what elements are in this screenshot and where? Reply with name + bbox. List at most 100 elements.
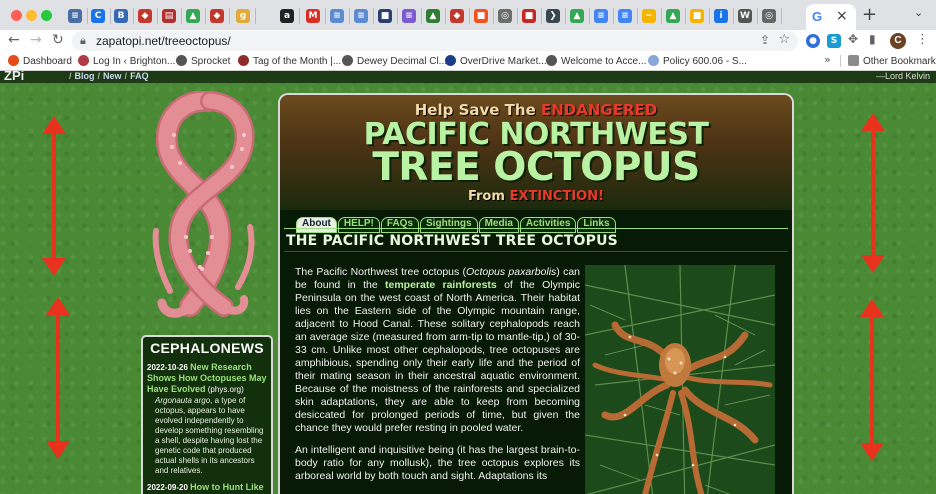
- news-date: 2022-10-26: [147, 363, 188, 372]
- tab-search-button[interactable]: ⌄: [914, 6, 923, 19]
- temperate-rainforests-link[interactable]: temperate rainforests: [385, 279, 497, 291]
- bookmark-item[interactable]: OverDrive Market...: [445, 55, 547, 67]
- browser-toolbar: ← → ↻ 🔒︎ zapatopi.net/treeoctopus/ ⇪ ☆ ●…: [0, 30, 936, 52]
- bookmark-item[interactable]: Log In ‹ Brighton...: [78, 55, 175, 67]
- tab-favicon[interactable]: ≡: [354, 9, 368, 23]
- tab-separator: [110, 8, 111, 24]
- tab-favicon[interactable]: ▤: [162, 9, 176, 23]
- octopus-ribbon-icon[interactable]: [140, 91, 268, 331]
- tab-favicon[interactable]: ≡: [594, 9, 608, 23]
- article-text: The Pacific Northwest tree octopus (: [295, 266, 467, 278]
- tab-favicon[interactable]: ▲: [570, 9, 584, 23]
- tab-separator: [299, 8, 300, 24]
- tab-favicon[interactable]: ◎: [762, 9, 776, 23]
- tab-sightings[interactable]: Sightings: [420, 217, 478, 233]
- tab-favicon[interactable]: ■: [378, 9, 392, 23]
- tab-favicon[interactable]: ■: [690, 9, 704, 23]
- tab-favicon[interactable]: ▲: [426, 9, 440, 23]
- close-window-button[interactable]: [11, 10, 22, 21]
- tab-favicon[interactable]: ■: [522, 9, 536, 23]
- tab-favicon[interactable]: ≡: [68, 9, 82, 23]
- reload-icon[interactable]: ↻: [52, 32, 64, 48]
- tab-favicon[interactable]: a: [280, 9, 294, 23]
- tab-favicon[interactable]: ≡: [402, 9, 416, 23]
- tab-favicon[interactable]: ◎: [498, 9, 512, 23]
- url-text[interactable]: zapatopi.net/treeoctopus/: [96, 34, 231, 48]
- profile-avatar[interactable]: C: [890, 33, 906, 49]
- tab-separator: [637, 8, 638, 24]
- tab-favicon[interactable]: ≡: [330, 9, 344, 23]
- tab-favicon[interactable]: ▲: [666, 9, 680, 23]
- bookmark-star-icon[interactable]: ☆: [778, 32, 790, 47]
- article-text: of the Olympic Peninsula on the west coa…: [295, 279, 581, 434]
- tab-underline: [284, 228, 788, 229]
- tab-favicon[interactable]: ■: [474, 9, 488, 23]
- tab-favicon[interactable]: ◆: [450, 9, 464, 23]
- share-icon[interactable]: ⇪: [760, 33, 770, 47]
- extension-icon-2[interactable]: S: [827, 34, 841, 48]
- news-source: (phys.org): [207, 385, 244, 394]
- tab-separator: [757, 8, 758, 24]
- bookmark-item[interactable]: Policy 600.06 - S...: [648, 55, 747, 67]
- zoom-window-button[interactable]: [41, 10, 52, 21]
- lock-icon[interactable]: 🔒︎: [80, 34, 86, 48]
- tab-separator: [613, 8, 614, 24]
- tab-favicon[interactable]: ≡: [618, 9, 632, 23]
- news-body-text: , a type of octopus, appears to have evo…: [155, 396, 264, 475]
- address-bar[interactable]: 🔒︎ zapatopi.net/treeoctopus/ ⇪ ☆: [72, 31, 798, 51]
- back-icon[interactable]: ←: [8, 32, 20, 48]
- tab-media[interactable]: Media: [478, 217, 519, 233]
- bookmarks-overflow-button[interactable]: »: [824, 53, 831, 66]
- forward-icon[interactable]: →: [30, 32, 42, 48]
- site-nav: / Blog / New / FAQ: [69, 71, 149, 81]
- tab-favicon[interactable]: ❯: [546, 9, 560, 23]
- news-item: 2022-09-20 How to Hunt Like: [143, 482, 271, 493]
- tab-faqs[interactable]: FAQs: [380, 217, 420, 233]
- nav-faq-link[interactable]: FAQ: [130, 71, 149, 81]
- tab-separator: [205, 8, 206, 24]
- extensions-puzzle-icon[interactable]: ✥: [848, 32, 858, 46]
- site-logo[interactable]: ZPi: [4, 71, 24, 83]
- tab-favicon[interactable]: B: [114, 9, 128, 23]
- tab-activities[interactable]: Activities: [519, 217, 577, 233]
- minimize-window-button[interactable]: [26, 10, 37, 21]
- tab-about[interactable]: About: [296, 217, 337, 233]
- tab-favicon[interactable]: ◆: [138, 9, 152, 23]
- tab-separator: [517, 8, 518, 24]
- tab-favicon[interactable]: C: [91, 9, 105, 23]
- bookmark-item[interactable]: Dashboard: [8, 55, 72, 67]
- bookmark-item[interactable]: Dewey Decimal Cl...: [342, 55, 447, 67]
- news-headline-link[interactable]: How to Hunt Like: [190, 482, 264, 492]
- tab-favicon[interactable]: i: [714, 9, 728, 23]
- site-top-bar: ZPi / Blog / New / FAQ —Lord Kelvin: [0, 71, 936, 83]
- tab-separator: [565, 8, 566, 24]
- side-panel-icon[interactable]: ▮: [869, 32, 876, 46]
- bookmark-item[interactable]: Tag of the Month |...: [238, 55, 341, 67]
- bookmark-favicon: [238, 55, 249, 66]
- browser-menu-icon[interactable]: ⋮: [916, 32, 929, 47]
- tab-links[interactable]: Links: [577, 217, 616, 233]
- tab-favicon[interactable]: W: [738, 9, 752, 23]
- bookmark-label: OverDrive Market...: [460, 56, 547, 67]
- close-tab-icon[interactable]: ×: [836, 8, 848, 24]
- tab-favicon[interactable]: g: [236, 9, 250, 23]
- subtitle-extinction: EXTINCTION!: [509, 189, 605, 204]
- tab-help[interactable]: HELP!: [337, 217, 380, 233]
- tab-separator: [325, 8, 326, 24]
- other-bookmarks-folder[interactable]: Other Bookmarks: [848, 55, 936, 67]
- tree-octopus-photo[interactable]: [585, 265, 775, 494]
- new-tab-button[interactable]: +: [862, 4, 877, 25]
- nav-blog-link[interactable]: Blog: [75, 71, 95, 81]
- bookmark-item[interactable]: Welcome to Acce...: [546, 55, 646, 67]
- tab-favicon[interactable]: M: [306, 9, 320, 23]
- tab-separator: [157, 8, 158, 24]
- active-tab[interactable]: G ×: [806, 4, 856, 30]
- nav-new-link[interactable]: New: [103, 71, 122, 81]
- tab-favicon[interactable]: −: [642, 9, 656, 23]
- bookmark-item[interactable]: Sprocket: [176, 55, 230, 67]
- bookmark-favicon: [445, 55, 456, 66]
- tab-favicon[interactable]: ◆: [210, 9, 224, 23]
- tab-favicon[interactable]: ▲: [186, 9, 200, 23]
- news-body: Argonauta argo, a type of octopus, appea…: [147, 396, 267, 476]
- extension-icon-1[interactable]: ●: [806, 34, 820, 48]
